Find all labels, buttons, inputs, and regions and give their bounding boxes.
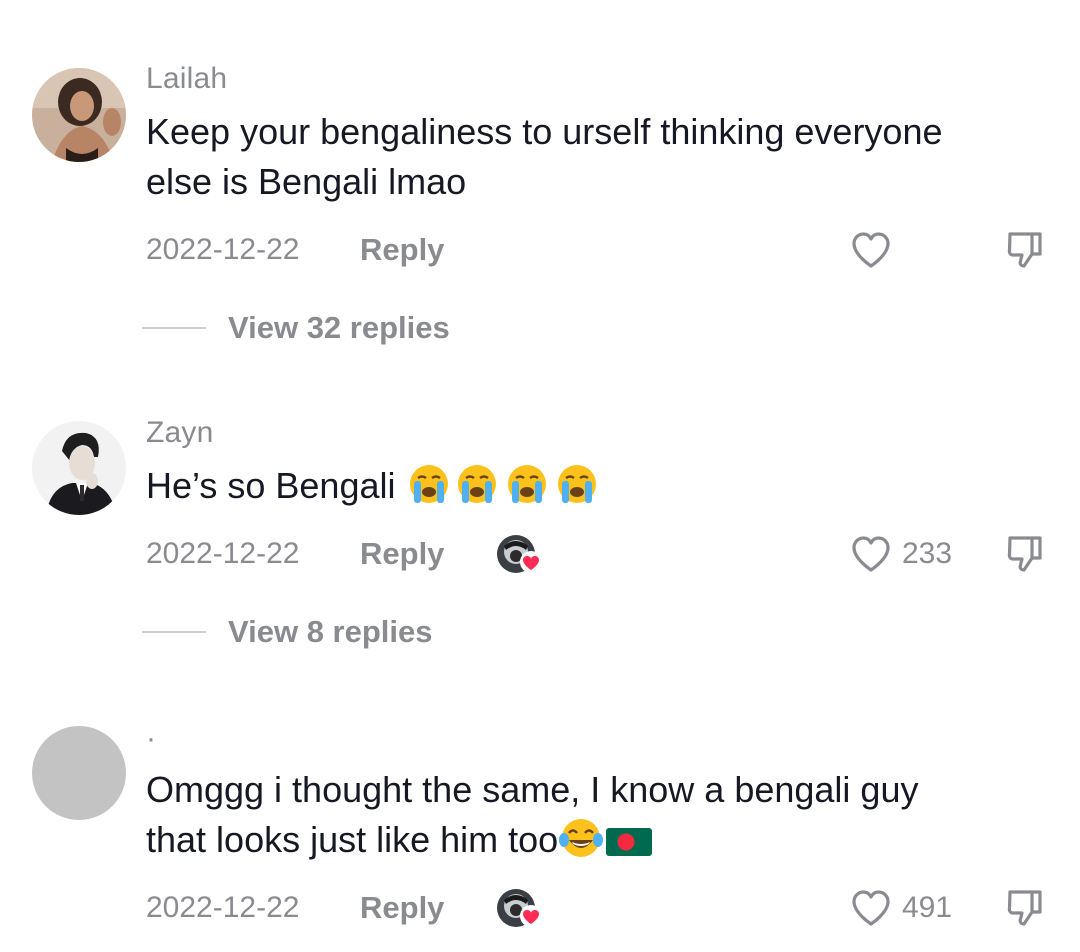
comment-username[interactable]: Lailah — [146, 62, 227, 96]
comment-text: Omggg i thought the same, I know a benga… — [146, 765, 1056, 873]
comment-date: 2022-12-22 — [146, 233, 300, 266]
reply-button[interactable]: Reply — [360, 230, 444, 270]
avatar[interactable] — [32, 726, 126, 820]
view-replies-label: View 8 replies — [228, 614, 433, 649]
comment-meta: 2022-12-22 Reply — [146, 230, 1046, 270]
comment-text-line: else is Bengali lmao — [146, 161, 467, 202]
avatar[interactable] — [32, 421, 126, 515]
thumbs-down-icon — [1007, 232, 1042, 268]
comment-text-content: He’s so Bengali — [146, 465, 406, 506]
divider — [142, 631, 206, 633]
loudly-crying-face-emoji — [502, 462, 552, 519]
comment-text-line: Keep your bengaliness to urself thinking… — [146, 111, 943, 152]
like-button[interactable]: 233 — [850, 532, 952, 576]
reply-button[interactable]: Reply — [360, 534, 444, 574]
face-with-tears-of-joy-emoji — [558, 816, 604, 873]
comment-text-line: Omggg i thought the same, I know a benga… — [146, 769, 919, 810]
comment-date: 2022-12-22 — [146, 537, 300, 570]
comment-text: He’s so Bengali — [146, 461, 1056, 519]
creator-liked-badge — [496, 886, 544, 930]
dislike-button[interactable] — [1004, 886, 1046, 930]
comment-meta: 2022-12-22 Reply 491 — [146, 888, 1046, 928]
thumbs-down-icon — [1007, 536, 1042, 572]
comment-text-line: He’s so Bengali — [146, 461, 1056, 519]
reply-button[interactable]: Reply — [360, 888, 444, 928]
like-button[interactable]: 491 — [850, 886, 952, 930]
dislike-button[interactable] — [1004, 228, 1046, 272]
bangladesh-flag-emoji — [604, 823, 654, 873]
loudly-crying-face-emoji — [406, 462, 452, 519]
view-replies-button[interactable]: View 32 replies — [142, 308, 450, 348]
divider — [142, 327, 206, 329]
avatar[interactable] — [32, 68, 126, 162]
view-replies-label: View 32 replies — [228, 310, 450, 345]
comment-text: Keep your bengaliness to urself thinking… — [146, 107, 1056, 207]
loudly-crying-face-emoji — [552, 462, 602, 519]
loudly-crying-face-emoji — [452, 462, 502, 519]
like-count: 491 — [902, 891, 953, 924]
comment-username[interactable]: Zayn — [146, 416, 214, 450]
comment-username[interactable]: · — [146, 722, 156, 756]
thumbs-down-icon — [1007, 890, 1042, 926]
dislike-button[interactable] — [1004, 532, 1046, 576]
comment-date: 2022-12-22 — [146, 891, 300, 924]
view-replies-button[interactable]: View 8 replies — [142, 612, 433, 652]
creator-liked-badge — [496, 532, 544, 576]
comment-text-content: that looks just like him too — [146, 819, 559, 860]
comment-meta: 2022-12-22 Reply 233 — [146, 534, 1046, 574]
like-count: 233 — [902, 537, 953, 570]
heart-icon — [852, 890, 890, 926]
comment-text-line: that looks just like him too — [146, 815, 1056, 873]
like-button[interactable] — [850, 228, 892, 272]
heart-icon — [852, 536, 890, 572]
heart-icon — [852, 232, 890, 268]
